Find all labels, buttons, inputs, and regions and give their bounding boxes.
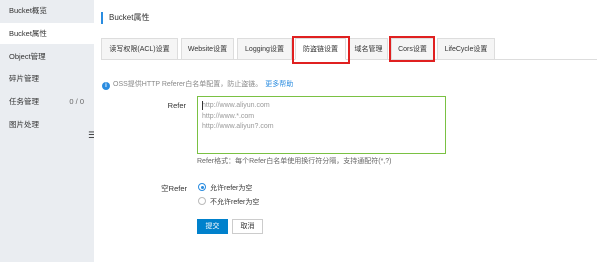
radio-unchecked-icon[interactable]: [198, 197, 206, 205]
allow-empty-refer-label: 允许refer为空: [210, 185, 253, 192]
sidebar-item-label: 图片处理: [9, 120, 39, 129]
tab-cors[interactable]: Cors设置: [391, 38, 434, 60]
sidebar-item-task-management[interactable]: 任务管理 0 / 0: [0, 91, 94, 112]
refer-textarea[interactable]: http://www.aliyun.com http://www.*.com h…: [197, 96, 446, 154]
sidebar-item-object-management[interactable]: Object管理: [0, 46, 94, 67]
sidebar-item-label: Object管理: [9, 52, 46, 61]
disallow-empty-refer-label: 不允许refer为空: [210, 199, 260, 206]
info-tip: i OSS提供HTTP Referer白名单配置，防止盗链。 更多帮助: [102, 80, 293, 90]
help-link[interactable]: 更多帮助: [265, 81, 293, 88]
task-count: 0 / 0: [69, 97, 84, 106]
tab-domain[interactable]: 域名管理: [349, 38, 388, 60]
sidebar-item-fragment-management[interactable]: 碎片管理: [0, 68, 94, 89]
cancel-button[interactable]: 取消: [232, 219, 263, 234]
radio-checked-icon[interactable]: [198, 183, 206, 191]
info-icon: i: [102, 82, 110, 90]
text-caret: [202, 101, 203, 110]
sidebar-item-label: Bucket属性: [9, 29, 47, 38]
sidebar: Bucket概览 Bucket属性 Object管理 碎片管理 任务管理 0 / …: [0, 0, 94, 262]
sidebar-item-label: 碎片管理: [9, 74, 39, 83]
sidebar-item-bucket-properties[interactable]: Bucket属性: [0, 23, 94, 44]
tab-bar: 读写权限(ACL)设置 Website设置 Logging设置 防盗链设置 域名…: [101, 38, 597, 60]
sidebar-item-label: 任务管理: [9, 97, 39, 106]
empty-refer-label: 空Refer: [161, 184, 187, 193]
refer-placeholder: http://www.aliyun.com http://www.*.com h…: [202, 102, 274, 130]
main-content: Bucket属性 读写权限(ACL)设置 Website设置 Logging设置…: [94, 0, 603, 262]
tab-logging[interactable]: Logging设置: [237, 38, 292, 60]
allow-empty-refer-option[interactable]: 允许refer为空: [198, 183, 252, 193]
page-title: Bucket属性: [101, 12, 149, 24]
sidebar-item-bucket-overview[interactable]: Bucket概览: [0, 0, 94, 21]
tab-referer[interactable]: 防盗链设置: [295, 38, 346, 60]
tip-text: OSS提供HTTP Referer白名单配置，防止盗链。: [113, 81, 263, 88]
sidebar-item-label: Bucket概览: [9, 6, 47, 15]
sidebar-item-image-processing[interactable]: 图片处理: [0, 114, 94, 135]
refer-label: Refer: [167, 101, 186, 110]
submit-button[interactable]: 提交: [197, 219, 228, 234]
tab-lifecycle[interactable]: LifeCycle设置: [437, 38, 495, 60]
disallow-empty-refer-option[interactable]: 不允许refer为空: [198, 197, 259, 207]
tab-website[interactable]: Website设置: [181, 38, 234, 60]
refer-format-hint: Refer格式：每个Refer白名单使用换行符分隔，支持通配符(*,?): [197, 158, 392, 165]
tab-acl[interactable]: 读写权限(ACL)设置: [101, 38, 178, 60]
